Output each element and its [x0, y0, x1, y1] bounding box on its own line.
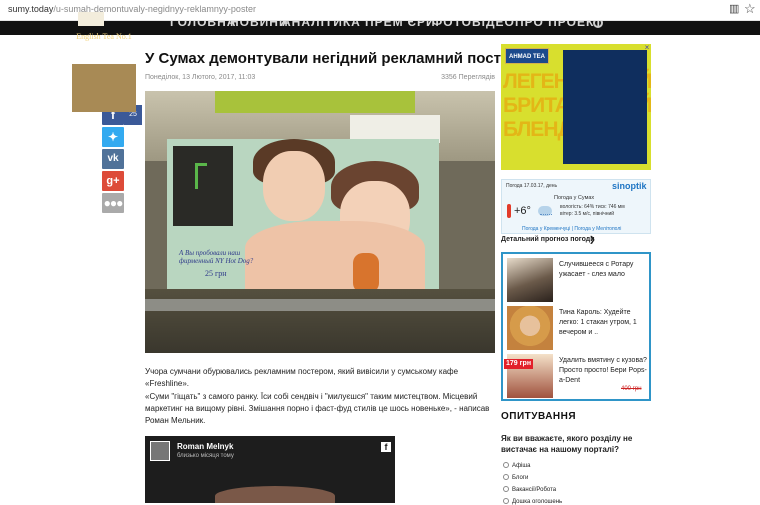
nav-item-about[interactable]: ПРО ПРОЕКТ — [515, 21, 603, 29]
weather-city[interactable]: Погода у Сумах — [554, 195, 594, 201]
radio-button[interactable] — [503, 498, 509, 504]
vk-icon: vk — [107, 153, 119, 164]
poll-option[interactable]: Дошка оголошень — [503, 498, 562, 505]
teaser-link[interactable]: Тина Кароль: Худейте легко: 1 стакан утр… — [559, 308, 651, 338]
thermometer-icon — [507, 204, 511, 218]
google-plus-icon: g+ — [106, 175, 120, 187]
weather-wind: вітер: 3.5 м/с, північний — [560, 211, 615, 217]
rain-drops-icon — [540, 214, 552, 217]
nav-item-photo[interactable]: ФОТО — [432, 21, 472, 29]
teaser-price-badge: 179 грн — [504, 359, 534, 369]
embed-time: близько місяця тому — [177, 453, 234, 459]
nav-item-premieres[interactable]: ПРЕМ'ЄРИ — [365, 21, 436, 29]
advertisement-banner[interactable]: AHMAD TEA ЛЕГЕНДАРНИЙ БРИТАНСЬКИЙ БЛЕНД — [501, 44, 651, 170]
weather-date: Погода 17.03.17, день — [506, 183, 558, 189]
ad-product-box — [563, 50, 647, 164]
freshline-logo-icon — [195, 163, 207, 189]
weather-temperature: +6° — [514, 205, 531, 217]
article-paragraph: Учора сумчани обурювались рекламним пост… — [145, 367, 459, 388]
nav-item-home[interactable]: ГОЛОВНА — [170, 21, 236, 29]
weather-details: вологість: 64% тиск: 746 мм вітер: 3.5 м… — [560, 204, 625, 218]
article-title: У Сумах демонтували негідний рекламний п… — [145, 50, 519, 67]
weather-widget[interactable]: Погода 17.03.17, день sinoptik Погода у … — [501, 179, 651, 234]
poll-title: ОПИТУВАННЯ — [501, 411, 577, 422]
teaser-image[interactable] — [507, 258, 553, 302]
browser-url-bar[interactable]: sumy.today/u-sumah-demontuvaly-negidnyy-… — [0, 0, 760, 21]
bookmark-star-icon[interactable]: ☆ — [744, 2, 757, 16]
photo-green-sign — [215, 91, 415, 113]
url-domain: sumy.today — [8, 4, 54, 14]
article-photo[interactable]: А Вы пробовали наш фирменный NY Hot Dog?… — [145, 91, 495, 353]
nav-item-analytics[interactable]: АНАЛІТИКА — [282, 21, 361, 29]
twitter-bird-icon: ✦ — [107, 130, 119, 144]
facebook-embed[interactable]: Roman Melnyk близько місяця тому f — [145, 436, 395, 503]
radio-button[interactable] — [503, 486, 509, 492]
article-date: Понеділок, 13 Лютого, 2017, 11:03 — [145, 74, 256, 81]
chevron-right-icon[interactable]: ❯ — [589, 235, 596, 244]
embed-image — [215, 486, 335, 503]
article-paragraph: «Суми "гіщать" з самого ранку. Їси собі … — [145, 392, 490, 425]
nav-item-news[interactable]: НОВИНИ — [230, 21, 289, 29]
ad-box-picture — [72, 64, 136, 112]
weather-city-links[interactable]: Погода у Кременчуці | Погода у Мелітопол… — [522, 226, 621, 232]
avatar[interactable] — [150, 441, 170, 461]
ad-product-name: English Tea No.1 — [76, 32, 132, 41]
sinoptik-logo[interactable]: sinoptik — [612, 181, 647, 191]
embed-author[interactable]: Roman Melnyk — [177, 442, 233, 451]
ad-headline: ЛЕГЕНДАРНИЙ БРИТАНСЬКИЙ БЛЕНД — [503, 70, 651, 141]
poll-option-label: Афіша — [512, 463, 531, 469]
poll-option[interactable]: Блоги — [503, 474, 528, 481]
photo-figure-body — [245, 221, 425, 289]
poster-slogan: А Вы пробовали наш фирменный NY Hot Dog? — [179, 249, 254, 265]
share-twitter-button[interactable]: ✦ — [102, 127, 124, 147]
nav-item-video[interactable]: ВІДЕО — [472, 21, 515, 29]
url-text[interactable]: sumy.today/u-sumah-demontuvaly-negidnyy-… — [8, 4, 256, 14]
poll-option-label: Вакансії/Робота — [512, 487, 557, 493]
photo-hotdog — [353, 253, 379, 293]
share-google-plus-button[interactable]: g+ — [102, 171, 124, 191]
facebook-icon[interactable]: f — [381, 442, 391, 452]
poll-option-label: Дошка оголошень — [512, 499, 563, 505]
teaser-image[interactable] — [507, 306, 553, 350]
ad-box-logo — [78, 12, 104, 26]
share-vk-button[interactable]: vk — [102, 149, 124, 169]
poll-option-label: Блоги — [512, 475, 529, 481]
teaser-link[interactable]: Случившееся с Ротару ужасает - слез мало — [559, 260, 651, 280]
photo-counter — [145, 299, 495, 311]
teaser-link[interactable]: Удалить вмятину с кузова? Просто просто!… — [559, 356, 651, 386]
weather-forecast-link[interactable]: Детальний прогноз погоди — [501, 236, 595, 243]
share-more-button[interactable]: ●●● — [102, 193, 124, 213]
ad-close-icon[interactable]: × — [643, 44, 651, 52]
radio-button[interactable] — [503, 474, 509, 480]
ad-brand-logo: AHMAD TEA — [505, 48, 549, 64]
poll-question: Як ви вважаєте, якого розділу не вистача… — [501, 434, 633, 454]
weather-pressure: тиск: 746 мм — [595, 204, 625, 210]
teaser-old-price: 400 грн — [621, 386, 642, 392]
photo-figure-face — [263, 151, 325, 221]
poster-price: 25 грн — [205, 269, 227, 278]
reader-mode-icon[interactable]: ▥ — [729, 4, 741, 15]
poll-option[interactable]: Афіша — [503, 462, 531, 469]
weather-humidity: вологість: 64% — [560, 204, 595, 210]
radio-button[interactable] — [503, 462, 509, 468]
poll-option[interactable]: Вакансії/Робота — [503, 486, 556, 493]
more-dots-icon: ●●● — [103, 196, 124, 210]
teaser-block: Случившееся с Ротару ужасает - слез мало… — [501, 252, 651, 401]
article-views: 3356 Переглядів — [441, 74, 495, 81]
